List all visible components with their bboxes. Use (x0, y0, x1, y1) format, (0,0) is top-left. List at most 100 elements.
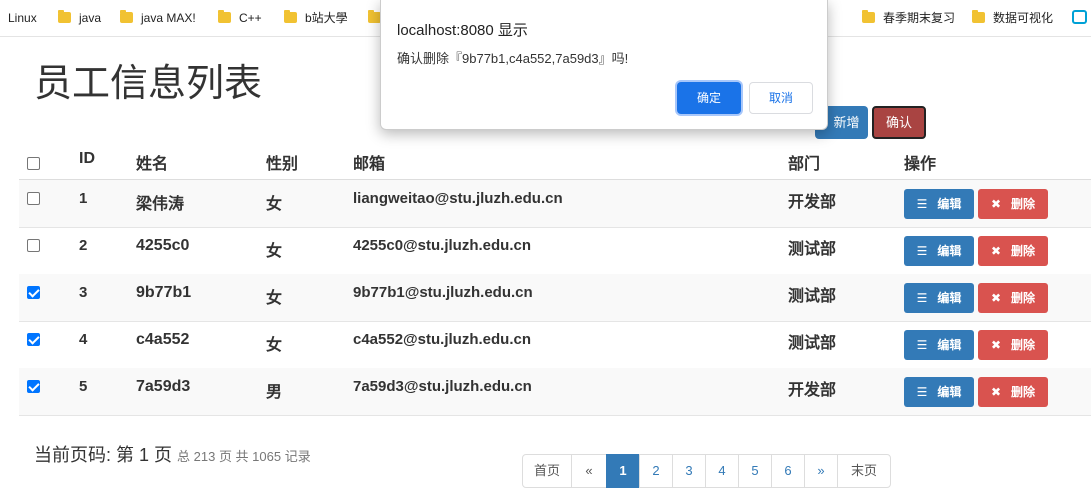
delete-button[interactable]: ✖ 删除 (978, 236, 1048, 266)
select-all-checkbox[interactable] (27, 157, 40, 170)
bookmark-item[interactable]: b站大學 (284, 10, 348, 26)
delete-label: 删除 (1011, 244, 1036, 258)
pager-page-3[interactable]: 3 (672, 454, 706, 488)
delete-label: 删除 (1011, 338, 1036, 352)
bookmark-item[interactable]: java (58, 10, 101, 26)
pager-page-2[interactable]: 2 (639, 454, 673, 488)
bookmark-item[interactable]: 数据可视化 (972, 10, 1053, 26)
folder-icon (120, 10, 133, 23)
edit-button[interactable]: ☰ 编辑 (904, 189, 974, 219)
bookmark-item[interactable]: 春季期末复习 (862, 10, 955, 26)
bookmark-item[interactable]: C++ (218, 10, 262, 26)
list-icon: ☰ (916, 291, 928, 305)
confirm-button[interactable]: 确认 (872, 106, 926, 139)
cell-dept: 开发部 (788, 194, 837, 211)
delete-button[interactable]: ✖ 删除 (978, 189, 1048, 219)
cell-name: 梁伟涛 (136, 196, 185, 213)
dialog-ok-button[interactable]: 确定 (677, 82, 741, 114)
confirm-dialog: localhost:8080 显示 确认删除『9b77b1,c4a552,7a5… (380, 0, 828, 130)
cell-id: 1 (79, 190, 88, 207)
edit-button[interactable]: ☰ 编辑 (904, 377, 974, 407)
bilibili-icon[interactable] (1072, 10, 1087, 24)
cell-id: 4 (79, 331, 88, 348)
edit-label: 编辑 (937, 197, 962, 211)
cell-gender: 女 (266, 290, 283, 307)
bookmark-label: java MAX! (141, 11, 196, 25)
cell-dept: 测试部 (788, 288, 837, 305)
cell-email: c4a552@stu.jluzh.edu.cn (353, 331, 532, 348)
folder-icon (58, 10, 71, 23)
list-icon: ☰ (916, 385, 928, 399)
times-icon: ✖ (990, 244, 1002, 258)
bookmark-label: java (79, 11, 102, 25)
list-icon: ☰ (916, 244, 928, 258)
row-checkbox[interactable] (27, 286, 40, 299)
bookmark-label: b站大學 (305, 11, 348, 25)
delete-label: 删除 (1011, 197, 1036, 211)
pagination-summary: 总 213 页 共 1065 记录 (177, 449, 311, 464)
delete-button[interactable]: ✖ 删除 (978, 330, 1048, 360)
pager-page-1[interactable]: 1 (606, 454, 640, 488)
header-email: 邮箱 (353, 156, 386, 173)
page-title: 员工信息列表 (34, 61, 263, 105)
cell-gender: 女 (266, 196, 283, 213)
delete-button[interactable]: ✖ 删除 (978, 377, 1048, 407)
cell-email: 9b77b1@stu.jluzh.edu.cn (353, 284, 533, 301)
times-icon: ✖ (990, 338, 1002, 352)
pager-first[interactable]: 首页 (522, 454, 572, 488)
edit-label: 编辑 (937, 338, 962, 352)
pagination: 首页 «1 2 3 4 5 6» 末页 (522, 454, 891, 488)
edit-button[interactable]: ☰ 编辑 (904, 283, 974, 313)
pager-page-5[interactable]: 5 (738, 454, 772, 488)
dialog-message: 确认删除『9b77b1,c4a552,7a59d3』吗! (397, 51, 629, 66)
table-row: 1 梁伟涛 女 liangweitao@stu.jluzh.edu.cn 开发部 ☰ 编辑 ✖… (19, 180, 1091, 228)
edit-label: 编辑 (937, 385, 962, 399)
times-icon: ✖ (990, 197, 1002, 211)
cell-id: 5 (79, 378, 88, 395)
edit-label: 编辑 (937, 244, 962, 258)
bookmark-item[interactable]: Linux (8, 10, 37, 26)
cell-dept: 测试部 (788, 335, 837, 352)
pager-page-6[interactable]: 6 (771, 454, 805, 488)
pagination-info: 当前页码: 第 1 页 总 213 页 共 1065 记录 (34, 441, 311, 467)
row-checkbox[interactable] (27, 239, 40, 252)
bookmark-item[interactable]: java MAX! (120, 10, 196, 26)
times-icon: ✖ (990, 291, 1002, 305)
row-checkbox[interactable] (27, 333, 40, 346)
cell-gender: 女 (266, 243, 283, 260)
cell-id: 2 (79, 237, 88, 254)
edit-button[interactable]: ☰ 编辑 (904, 330, 974, 360)
pager-next[interactable]: » (804, 454, 838, 488)
table-row: 4 c4a552 女 c4a552@stu.jluzh.edu.cn 测试部 ☰ 编辑 ✖ 删除 (19, 321, 1091, 369)
header-dept: 部门 (788, 156, 821, 173)
times-icon: ✖ (990, 385, 1002, 399)
row-checkbox[interactable] (27, 380, 40, 393)
cell-dept: 开发部 (788, 382, 837, 399)
cell-id: 3 (79, 284, 88, 301)
table-header: ID 姓名 性别 邮箱 部门 操作 (19, 140, 1091, 181)
cell-gender: 女 (266, 337, 283, 354)
delete-button[interactable]: ✖ 删除 (978, 283, 1048, 313)
bookmark-label: C++ (239, 11, 262, 25)
table-row: 2 4255c0 女 4255c0@stu.jluzh.edu.cn 测试部 ☰ 编辑 ✖ 删除 (19, 227, 1091, 275)
edit-label: 编辑 (937, 291, 962, 305)
dialog-cancel-button[interactable]: 取消 (749, 82, 813, 114)
pager-page-4[interactable]: 4 (705, 454, 739, 488)
row-checkbox[interactable] (27, 192, 40, 205)
pager-prev[interactable]: « (571, 454, 607, 488)
pager-last[interactable]: 末页 (837, 454, 891, 488)
cell-name: 4255c0 (136, 237, 190, 254)
bookmark-label: 春季期末复习 (883, 11, 956, 25)
cell-name: c4a552 (136, 331, 190, 348)
header-ops: 操作 (904, 156, 937, 173)
edit-button[interactable]: ☰ 编辑 (904, 236, 974, 266)
list-icon: ☰ (916, 197, 928, 211)
list-icon: ☰ (916, 338, 928, 352)
table-row: 5 7a59d3 男 7a59d3@stu.jluzh.edu.cn 开发部 ☰ 编辑 ✖ 删除 (19, 368, 1091, 416)
delete-label: 删除 (1011, 291, 1036, 305)
folder-icon (284, 10, 297, 23)
cell-email: 7a59d3@stu.jluzh.edu.cn (353, 378, 532, 395)
cell-name: 7a59d3 (136, 378, 191, 395)
bookmark-label: Linux (8, 11, 37, 25)
cell-dept: 测试部 (788, 241, 837, 258)
